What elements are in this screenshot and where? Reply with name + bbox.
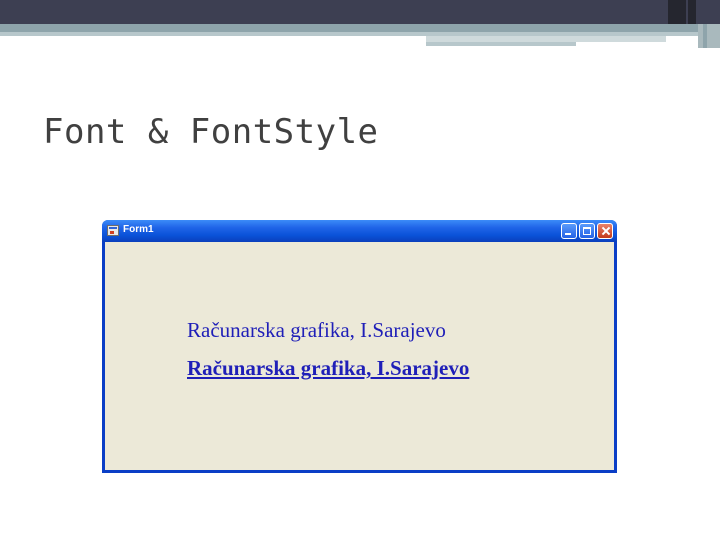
form-client-area: Računarska grafika, I.Sarajevo Računarsk… xyxy=(105,242,614,470)
header-stripe xyxy=(703,24,707,48)
bold-underline-text-label: Računarska grafika, I.Sarajevo xyxy=(187,356,470,380)
slide-header-band xyxy=(0,0,720,24)
header-stripe xyxy=(426,42,576,46)
slide-title: Font & FontStyle xyxy=(43,112,379,152)
regular-text-label: Računarska grafika, I.Sarajevo xyxy=(187,318,446,342)
header-decoration xyxy=(688,0,696,24)
close-icon[interactable] xyxy=(597,223,613,239)
minimize-icon[interactable] xyxy=(561,223,577,239)
maximize-icon[interactable] xyxy=(579,223,595,239)
header-stripe xyxy=(698,24,720,48)
app-icon[interactable] xyxy=(107,225,119,236)
header-stripe xyxy=(0,24,720,32)
header-decoration xyxy=(668,0,686,24)
form-window: Form1 Računarska grafika, I.Sarajevo Rač… xyxy=(102,220,617,473)
window-title-bar[interactable]: Form1 xyxy=(102,220,617,242)
window-title: Form1 xyxy=(123,224,154,235)
